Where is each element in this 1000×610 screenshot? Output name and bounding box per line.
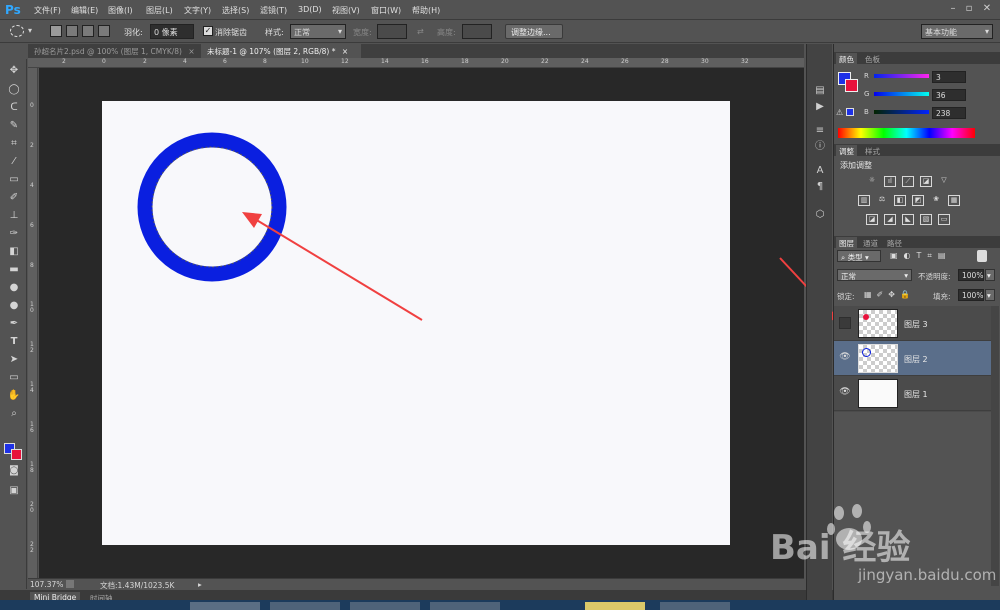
- opacity-label: 不透明度:: [918, 272, 951, 281]
- layer-row-2[interactable]: 👁 图层 2: [834, 341, 991, 376]
- status-bar: 107.37% 文档:1.43M/1023.5K ▸: [28, 578, 804, 590]
- g-label: G: [864, 90, 870, 98]
- filter-toggle[interactable]: [977, 250, 987, 262]
- layer-row-3[interactable]: 图层 3: [834, 306, 991, 341]
- layer-name[interactable]: 图层 1: [904, 389, 928, 400]
- layer-thumbnail: [858, 309, 898, 338]
- layers-scrollbar[interactable]: [991, 306, 999, 586]
- r-label: R: [864, 72, 869, 80]
- color-bg-swatch[interactable]: [845, 79, 858, 92]
- exposure-icon[interactable]: ◪: [920, 176, 932, 187]
- posterize-icon[interactable]: ◢: [884, 214, 896, 225]
- r-slider[interactable]: [874, 74, 929, 78]
- layer-filter-value: 类型: [847, 253, 863, 262]
- bw-icon[interactable]: ◧: [894, 195, 906, 206]
- b-slider[interactable]: [874, 110, 929, 114]
- taskbar-item[interactable]: [660, 602, 730, 610]
- tab-swatches[interactable]: 色板: [862, 53, 883, 66]
- blend-chevron-icon: ▾: [904, 271, 908, 280]
- gamut-warning-icon: ⚠: [836, 108, 844, 117]
- zoom-level[interactable]: 107.37%: [30, 580, 63, 589]
- levels-icon[interactable]: ıl: [884, 176, 896, 187]
- g-value[interactable]: 36: [932, 89, 966, 101]
- tab-layers[interactable]: 图层: [836, 237, 857, 250]
- add-adjustment-title: 添加调整: [840, 161, 872, 170]
- status-arrow-icon[interactable]: ▸: [198, 580, 202, 589]
- photo-filter-icon[interactable]: ◩: [912, 195, 924, 206]
- fill-chevron-icon[interactable]: ▾: [985, 289, 995, 301]
- tab-paths[interactable]: 路径: [884, 237, 905, 250]
- blue-ring-thumb: [862, 348, 871, 357]
- taskbar-item[interactable]: [585, 602, 645, 610]
- web-color-swatch[interactable]: [846, 108, 854, 116]
- channel-mixer-icon[interactable]: ❀: [930, 195, 942, 206]
- gradient-map-icon[interactable]: ▭: [938, 214, 950, 225]
- lock-icons[interactable]: ▦✐✥🔒: [864, 290, 915, 299]
- actions-panel-icon[interactable]: ▶: [813, 100, 827, 114]
- watermark-url: jingyan.baidu.com: [858, 566, 997, 584]
- brightness-icon[interactable]: ☼: [866, 176, 878, 187]
- eye-icon[interactable]: 👁: [839, 352, 851, 364]
- layer-thumbnail: [858, 344, 898, 373]
- layers-panel-tabs: 图层 通道 路径: [834, 236, 1000, 250]
- curves-icon[interactable]: ⟋: [902, 176, 914, 187]
- blend-mode-select[interactable]: 正常 ▾: [837, 269, 912, 281]
- b-value[interactable]: 238: [932, 107, 966, 119]
- layer-filter-icons[interactable]: ▣◐T⌗▤: [890, 251, 952, 261]
- tab-styles[interactable]: 样式: [862, 145, 883, 158]
- opacity-chevron-icon[interactable]: ▾: [985, 269, 995, 281]
- tab-adjustments[interactable]: 调整: [836, 145, 857, 158]
- invert-icon[interactable]: ◪: [866, 214, 878, 225]
- status-menu-icon[interactable]: [66, 580, 74, 588]
- history-panel-icon[interactable]: ▤: [813, 84, 827, 98]
- color-panel-tabs: 颜色 色板: [834, 52, 1000, 66]
- layer-row-1[interactable]: 👁 图层 1: [834, 376, 991, 411]
- vibrance-icon[interactable]: ▽: [938, 176, 950, 187]
- taskbar-item[interactable]: [270, 602, 340, 610]
- taskbar-item[interactable]: [350, 602, 420, 610]
- tab-color[interactable]: 颜色: [836, 53, 857, 66]
- taskbar-item[interactable]: [430, 602, 500, 610]
- g-slider[interactable]: [874, 92, 929, 96]
- taskbar-item[interactable]: [190, 602, 260, 610]
- color-spectrum[interactable]: [838, 128, 975, 138]
- r-value[interactable]: 3: [932, 71, 966, 83]
- adjust-panel-tabs: 调整 样式: [834, 144, 1000, 158]
- b-label: B: [864, 108, 869, 116]
- properties-panel-icon[interactable]: ≡: [813, 124, 827, 138]
- 3d-panel-icon[interactable]: ⬡: [813, 208, 827, 222]
- layer-name[interactable]: 图层 3: [904, 319, 928, 330]
- color-balance-icon[interactable]: ⚖: [876, 195, 888, 206]
- layer-name[interactable]: 图层 2: [904, 354, 928, 365]
- blend-mode-value: 正常: [841, 272, 856, 281]
- fill-input[interactable]: 100%: [958, 289, 984, 301]
- watermark-brand: Bai 经验: [770, 528, 911, 568]
- fill-label: 填充:: [933, 292, 951, 301]
- opacity-input[interactable]: 100%: [958, 269, 984, 281]
- paragraph-panel-icon[interactable]: ¶: [813, 180, 827, 194]
- info-panel-icon[interactable]: ⓘ: [813, 140, 827, 154]
- layer-filter-select[interactable]: ⌕ 类型 ▾: [837, 250, 881, 262]
- tab-channels[interactable]: 通道: [860, 237, 881, 250]
- arrow-canvas: [249, 215, 423, 321]
- selective-color-icon[interactable]: ▧: [920, 214, 932, 225]
- character-panel-icon[interactable]: A: [813, 164, 827, 178]
- os-taskbar: [0, 600, 1000, 610]
- color-lookup-icon[interactable]: ▦: [948, 195, 960, 206]
- layers-list: 图层 3 👁 图层 2 👁 图层 1: [834, 306, 991, 412]
- arrow-head-icon: [242, 212, 262, 228]
- layer-thumbnail: [858, 379, 898, 408]
- hsl-icon[interactable]: ▥: [858, 195, 870, 206]
- visibility-toggle[interactable]: [839, 317, 851, 329]
- lock-label: 锁定:: [837, 292, 855, 301]
- eye-icon[interactable]: 👁: [839, 387, 851, 399]
- red-dot: [863, 314, 869, 320]
- threshold-icon[interactable]: ◣: [902, 214, 914, 225]
